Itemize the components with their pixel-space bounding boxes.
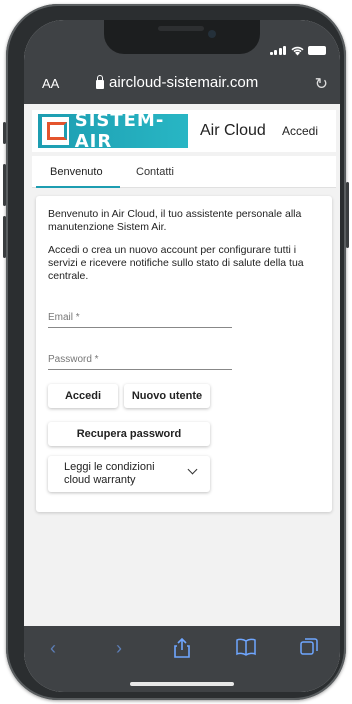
forward-icon[interactable]: › — [116, 638, 122, 659]
bookmarks-icon[interactable] — [236, 638, 256, 661]
recover-password-button[interactable]: Recupera password — [48, 422, 210, 446]
warranty-conditions-button[interactable]: Leggi le condizioni cloud warranty — [48, 456, 210, 492]
mute-switch — [3, 122, 6, 144]
volume-up-button — [3, 164, 6, 206]
tab-contatti[interactable]: Contatti — [136, 166, 174, 178]
tab-bar: Benvenuto Contatti — [32, 156, 336, 188]
site-header: SISTEM-AIR Air Cloud Accedi — [32, 110, 336, 152]
email-field[interactable] — [48, 327, 232, 328]
welcome-card: Benvenuto in Air Cloud, il tuo assistent… — [36, 196, 332, 512]
speaker — [158, 26, 204, 31]
home-indicator[interactable] — [130, 682, 234, 686]
intro-text: Benvenuto in Air Cloud, il tuo assistent… — [48, 208, 302, 233]
password-field[interactable] — [48, 369, 232, 370]
battery-icon — [308, 46, 326, 55]
sistem-air-logo[interactable]: SISTEM-AIR — [38, 110, 188, 152]
browser-toolbar: ‹ › — [24, 626, 340, 692]
reload-icon[interactable]: ↻ — [315, 74, 328, 94]
url-field[interactable]: aircloud-sistemair.com — [96, 74, 258, 91]
description-text: Accedi o crea un nuovo account per confi… — [48, 244, 304, 282]
back-icon[interactable]: ‹ — [50, 638, 56, 659]
login-button[interactable]: Accedi — [48, 384, 118, 408]
tabs-icon[interactable] — [300, 638, 318, 661]
volume-down-button — [3, 216, 6, 258]
notch — [104, 20, 260, 54]
browser-address-bar[interactable]: AA aircloud-sistemair.com ↻ — [24, 64, 340, 104]
signal-icon — [269, 46, 286, 55]
logo-mark-icon — [42, 117, 69, 145]
logo-text: SISTEM-AIR — [74, 110, 165, 152]
active-tab-indicator — [36, 186, 120, 188]
url-text: aircloud-sistemair.com — [109, 74, 259, 91]
status-icons — [269, 46, 326, 56]
warranty-conditions-label: Leggi le condizioni cloud warranty — [64, 461, 155, 486]
new-user-button[interactable]: Nuovo utente — [124, 384, 210, 408]
camera — [208, 30, 216, 38]
power-button — [346, 182, 349, 248]
screen: AA aircloud-sistemair.com ↻ SISTEM-AIR A… — [24, 20, 340, 692]
site-title: Air Cloud — [200, 122, 266, 139]
text-size-button[interactable]: AA — [42, 76, 59, 91]
web-page: SISTEM-AIR Air Cloud Accedi Benvenuto Co… — [24, 104, 340, 626]
password-label: Password * — [48, 354, 99, 365]
wifi-icon — [291, 46, 304, 56]
share-icon[interactable] — [174, 637, 190, 663]
email-label: Email * — [48, 312, 80, 323]
phone-frame: AA aircloud-sistemair.com ↻ SISTEM-AIR A… — [3, 4, 349, 700]
lock-icon — [96, 75, 104, 89]
header-login-link[interactable]: Accedi — [282, 124, 318, 138]
tab-benvenuto[interactable]: Benvenuto — [50, 166, 103, 178]
chevron-down-icon — [187, 464, 198, 475]
